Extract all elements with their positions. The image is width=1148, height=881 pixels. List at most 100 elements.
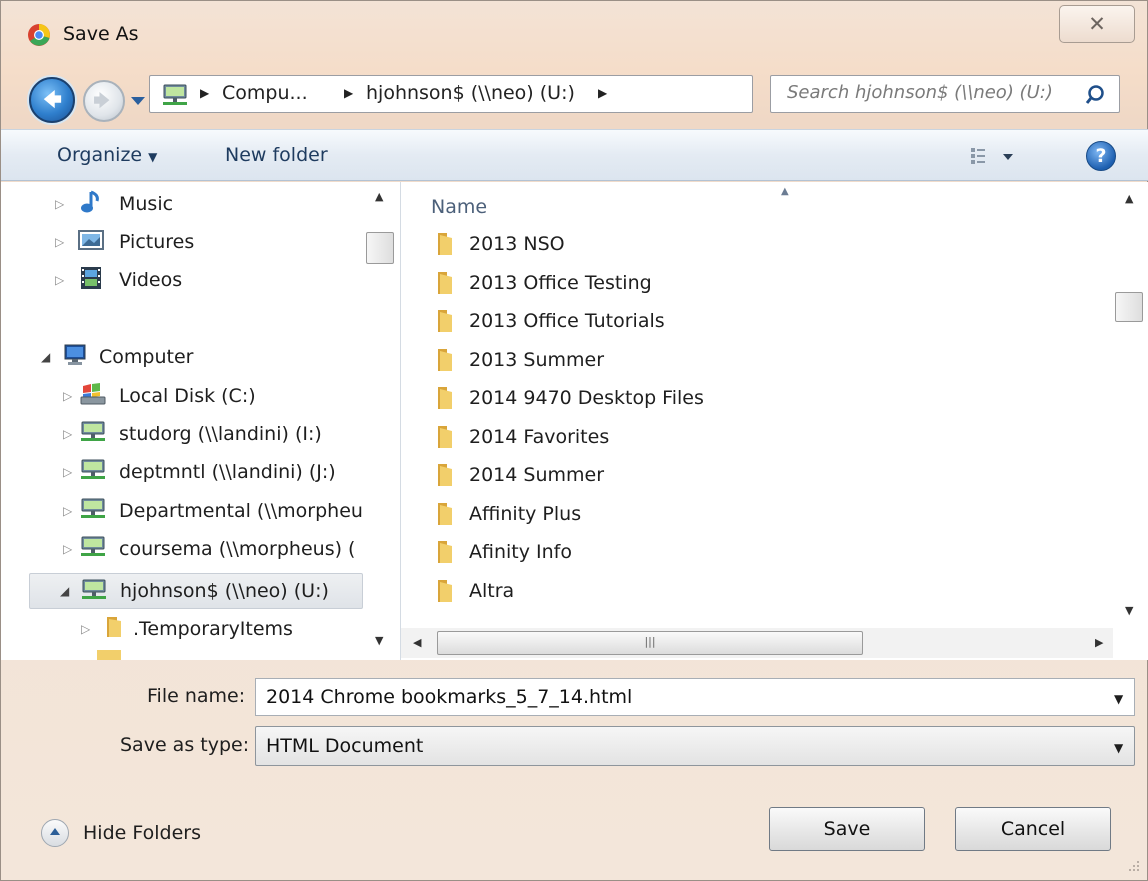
file-list-item[interactable]: Affinity Plus xyxy=(435,498,581,530)
tree-item-pictures[interactable]: ▷ Pictures xyxy=(49,226,349,258)
save-as-type-label: Save as type: xyxy=(120,734,250,756)
breadcrumb-separator-icon[interactable]: ▶ xyxy=(598,86,607,100)
file-list: Name ▲ 2013 NSO 2013 Office Testing 2013 O… xyxy=(401,182,1148,660)
file-name-field[interactable]: 2014 Chrome bookmarks_5_7_14.html ▼ xyxy=(255,678,1135,716)
scroll-up-icon[interactable]: ▲ xyxy=(1125,192,1133,205)
tree-item-label: Pictures xyxy=(119,231,195,253)
expand-arrow-icon[interactable]: ▷ xyxy=(55,273,64,287)
tree-item-local-disk[interactable]: ▷ Local Disk (C:) xyxy=(59,380,359,412)
collapse-arrow-icon[interactable]: ◢ xyxy=(41,350,50,364)
folder-icon xyxy=(438,348,452,371)
computer-icon xyxy=(64,344,86,365)
expand-arrow-icon[interactable]: ▷ xyxy=(55,235,64,249)
search-input[interactable]: Search hjohnson$ (\\neo) (U:) xyxy=(770,75,1120,113)
tree-item-label: Music xyxy=(119,193,174,215)
expand-arrow-icon[interactable]: ▷ xyxy=(63,504,72,518)
expand-arrow-icon[interactable]: ▷ xyxy=(63,427,72,441)
file-list-horizontal-scrollbar[interactable]: ◀ ||| ▶ xyxy=(401,628,1113,658)
file-list-item[interactable]: Afinity Info xyxy=(435,536,572,568)
back-button[interactable] xyxy=(29,77,75,123)
save-as-type-select[interactable]: HTML Document ▼ xyxy=(255,726,1135,766)
file-list-vertical-scrollbar[interactable]: ▲ ▼ xyxy=(1113,182,1147,617)
expand-arrow-icon[interactable]: ▷ xyxy=(63,542,72,556)
scrollbar-thumb[interactable]: ||| xyxy=(437,631,863,655)
navigation-scrollbar[interactable]: ▲ ▼ xyxy=(363,182,397,652)
file-list-item[interactable]: 2013 Summer xyxy=(435,344,604,376)
scrollbar-thumb[interactable] xyxy=(1115,292,1143,322)
help-icon[interactable]: ? xyxy=(1086,141,1116,171)
tree-item-hjohnson[interactable]: ◢ hjohnson$ (\\neo) (U:) xyxy=(29,573,363,609)
address-bar[interactable]: ▶ Compu... ▶ hjohnson$ (\\neo) (U:) ▶ ▼ … xyxy=(149,75,891,113)
chevron-down-icon[interactable]: ▼ xyxy=(1114,741,1123,755)
resize-grip-icon[interactable] xyxy=(1125,857,1141,873)
file-list-item[interactable]: 2014 Summer xyxy=(435,459,604,491)
hide-folders-button[interactable]: Hide Folders xyxy=(41,819,201,847)
file-list-item[interactable]: 2013 Office Tutorials xyxy=(435,305,665,337)
scroll-left-icon[interactable]: ◀ xyxy=(413,636,421,649)
search-icon[interactable] xyxy=(1085,82,1111,108)
close-button[interactable]: ✕ xyxy=(1059,5,1135,43)
scroll-down-icon[interactable]: ▼ xyxy=(375,634,383,647)
file-name: 2013 Office Testing xyxy=(469,271,652,294)
scroll-right-icon[interactable]: ▶ xyxy=(1095,636,1103,649)
music-icon xyxy=(81,190,99,213)
tree-item-videos[interactable]: ▷ Videos xyxy=(49,264,349,296)
chrome-icon xyxy=(28,24,50,46)
file-list-item[interactable]: 2013 NSO xyxy=(435,228,565,260)
save-button[interactable]: Save xyxy=(769,807,925,851)
tree-item-deptmntl[interactable]: ▷ deptmntl (\\landini) (J:) xyxy=(59,456,369,488)
organize-menu-button[interactable]: Organize ▼ xyxy=(57,144,157,166)
scrollbar-thumb[interactable] xyxy=(366,232,394,264)
window-title: Save As xyxy=(63,23,139,45)
collapse-arrow-icon[interactable]: ◢ xyxy=(60,584,69,598)
file-list-item[interactable]: Altra xyxy=(435,575,514,607)
file-name: 2013 Summer xyxy=(469,348,605,371)
tree-item-label: coursema (\\morpheus) ( xyxy=(119,538,356,560)
breadcrumb-separator-icon[interactable]: ▶ xyxy=(344,86,353,100)
chevron-down-icon: ▼ xyxy=(148,150,158,164)
tree-item-label: Computer xyxy=(99,346,194,368)
expand-arrow-icon[interactable]: ▷ xyxy=(63,465,72,479)
folder-icon xyxy=(438,502,452,525)
scroll-down-icon[interactable]: ▼ xyxy=(1125,604,1133,617)
breadcrumb-separator-icon[interactable]: ▶ xyxy=(200,86,209,100)
folder-icon xyxy=(107,617,121,637)
network-drive-icon xyxy=(81,498,105,518)
file-name-value: 2014 Chrome bookmarks_5_7_14.html xyxy=(266,686,633,708)
tree-item-departmental[interactable]: ▷ Departmental (\\morpheu xyxy=(59,495,369,527)
file-name-label: File name: xyxy=(147,685,246,707)
recent-pages-dropdown-icon[interactable] xyxy=(127,87,149,113)
change-view-icon[interactable] xyxy=(969,142,1031,170)
search-placeholder: Search hjohnson$ (\\neo) (U:) xyxy=(787,82,1053,103)
file-list-item[interactable]: 2014 9470 Desktop Files xyxy=(435,382,704,414)
file-name: Afinity Info xyxy=(469,541,572,563)
tree-item-coursema[interactable]: ▷ coursema (\\morpheus) ( xyxy=(59,533,369,565)
folder-icon xyxy=(438,541,452,563)
tree-item-music[interactable]: ▷ Music xyxy=(49,188,349,220)
cancel-button[interactable]: Cancel xyxy=(955,807,1111,851)
tree-item-computer[interactable]: ◢ Computer xyxy=(41,341,351,373)
browser-panes: ▷ Music ▷ Pictures ▷ Videos ◢ Computer ▷… xyxy=(1,182,1148,660)
expand-arrow-icon[interactable]: ▷ xyxy=(55,197,64,211)
tree-item-temporaryitems[interactable]: ▷ .TemporaryItems xyxy=(77,613,367,645)
hide-folders-label: Hide Folders xyxy=(83,822,201,844)
column-header-name[interactable]: Name xyxy=(431,196,487,218)
folder-icon xyxy=(438,310,452,332)
file-list-item[interactable]: 2013 Office Testing xyxy=(435,267,652,299)
new-folder-button[interactable]: New folder xyxy=(225,144,328,166)
chevron-down-icon[interactable]: ▼ xyxy=(1114,692,1123,706)
tree-item-studorg[interactable]: ▷ studorg (\\landini) (I:) xyxy=(59,418,369,450)
forward-arrow-icon xyxy=(94,91,110,109)
title-bar: Save As ✕ xyxy=(1,1,1148,65)
breadcrumb-hjohnson[interactable]: hjohnson$ (\\neo) (U:) xyxy=(366,82,575,104)
scroll-up-icon[interactable]: ▲ xyxy=(375,190,383,203)
file-list-item[interactable]: 2014 Favorites xyxy=(435,421,609,453)
folder-icon xyxy=(438,387,452,409)
expand-arrow-icon[interactable]: ▷ xyxy=(81,622,90,636)
close-icon: ✕ xyxy=(1088,12,1106,36)
pictures-icon xyxy=(78,230,104,250)
tree-item-label: deptmntl (\\landini) (J:) xyxy=(119,461,336,483)
breadcrumb-computer[interactable]: Compu... xyxy=(222,82,308,104)
forward-button[interactable] xyxy=(83,80,125,122)
expand-arrow-icon[interactable]: ▷ xyxy=(63,389,72,403)
